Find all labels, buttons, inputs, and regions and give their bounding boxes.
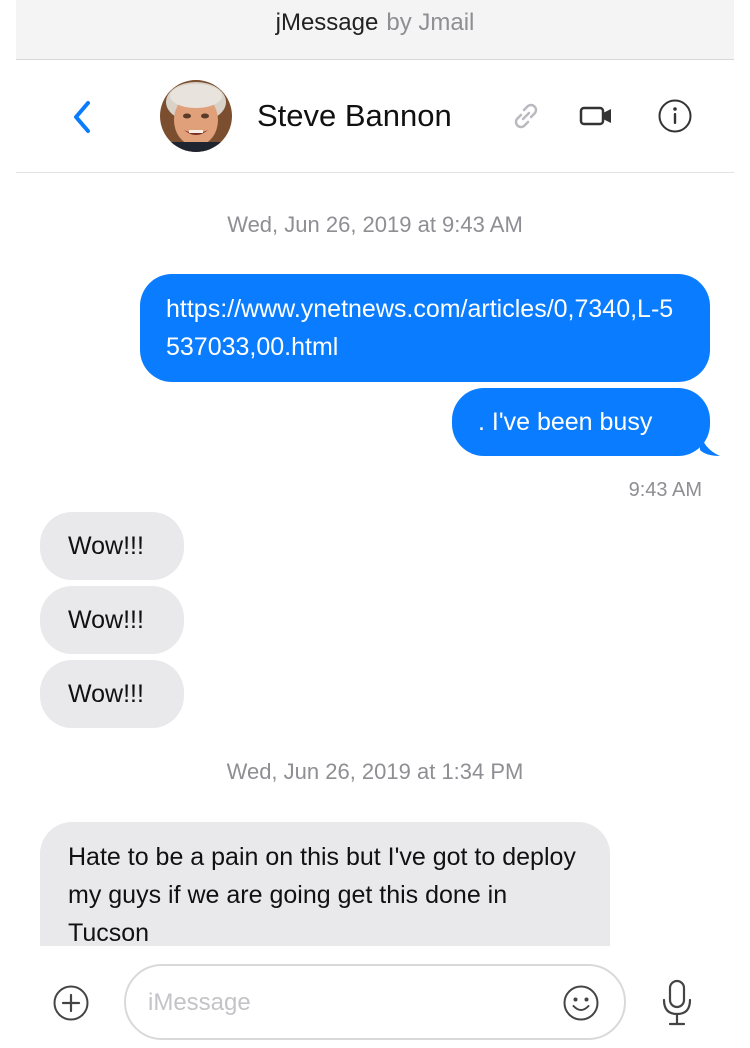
info-icon bbox=[658, 99, 692, 133]
outgoing-message[interactable]: https://www.ynetnews.com/articles/0,7340… bbox=[140, 274, 710, 382]
link-icon bbox=[514, 103, 538, 129]
avatar-photo bbox=[160, 80, 232, 152]
timestamp-divider: Wed, Jun 26, 2019 at 9:43 AM bbox=[227, 212, 523, 237]
message-text: Wow!!! bbox=[68, 680, 144, 708]
video-camera-icon bbox=[579, 106, 611, 126]
bubble-tail bbox=[700, 430, 720, 456]
contact-avatar[interactable] bbox=[160, 80, 232, 152]
link-button[interactable] bbox=[508, 98, 544, 134]
microphone-icon bbox=[662, 979, 692, 1026]
app-byline: by Jmail bbox=[386, 9, 475, 36]
contact-name[interactable]: Steve Bannon bbox=[257, 98, 452, 134]
incoming-message[interactable]: Wow!!! bbox=[40, 512, 184, 580]
chevron-left-icon bbox=[74, 101, 90, 133]
message-text: . I've been busy bbox=[478, 408, 653, 436]
incoming-message[interactable]: Wow!!! bbox=[40, 660, 184, 728]
app-title-bar: jMessage by Jmail bbox=[16, 0, 734, 60]
info-button[interactable] bbox=[657, 98, 693, 134]
smiley-icon bbox=[563, 985, 599, 1021]
emoji-button[interactable] bbox=[562, 984, 600, 1022]
conversation-header: Steve Bannon bbox=[16, 60, 734, 173]
message-text: Wow!!! bbox=[68, 606, 144, 634]
incoming-message[interactable]: Wow!!! bbox=[40, 586, 184, 654]
message-text: Hate to be a pain on this but I've got t… bbox=[68, 843, 576, 947]
app-title: jMessage by Jmail bbox=[16, 9, 734, 37]
message-text: Wow!!! bbox=[68, 532, 144, 560]
video-call-button[interactable] bbox=[578, 98, 614, 134]
microphone-button[interactable] bbox=[658, 978, 696, 1028]
message-text: https://www.ynetnews.com/articles/0,7340… bbox=[166, 295, 674, 361]
compose-bar bbox=[16, 946, 734, 1048]
outgoing-message[interactable]: . I've been busy bbox=[452, 388, 710, 456]
message-input[interactable] bbox=[148, 984, 528, 1022]
app-window: jMessage by Jmail Steve Bannon Wed, Jun … bbox=[16, 0, 734, 1048]
timestamp-divider: Wed, Jun 26, 2019 at 1:34 PM bbox=[226, 759, 524, 784]
plus-circle-icon bbox=[53, 985, 89, 1021]
back-button[interactable] bbox=[68, 97, 96, 137]
incoming-message[interactable]: Hate to be a pain on this but I've got t… bbox=[40, 822, 610, 956]
add-attachment-button[interactable] bbox=[52, 984, 90, 1022]
message-input-container bbox=[124, 964, 626, 1040]
app-name: jMessage bbox=[275, 9, 379, 36]
message-time: 9:43 AM bbox=[628, 479, 702, 501]
